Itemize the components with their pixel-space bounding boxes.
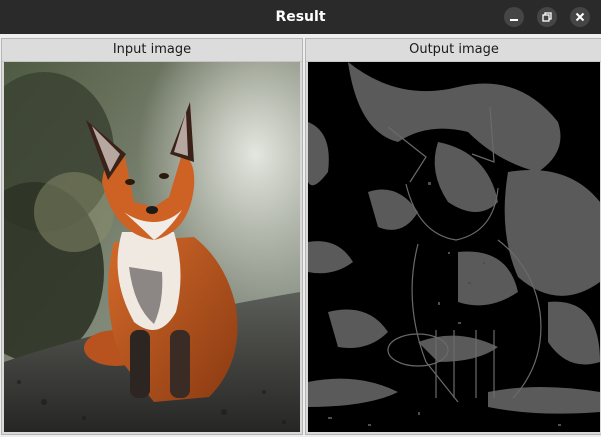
output-image-label: Output image bbox=[306, 39, 601, 62]
output-image-graphic bbox=[308, 62, 600, 432]
result-window: Result Input image Output image bbox=[0, 0, 601, 437]
input-image-graphic bbox=[4, 62, 300, 432]
input-panel: Input image bbox=[1, 38, 303, 435]
minimize-button[interactable] bbox=[504, 7, 524, 27]
image-compare-area: Input image Output image bbox=[0, 34, 601, 437]
minimize-icon bbox=[510, 19, 518, 21]
restore-icon bbox=[542, 12, 552, 22]
maximize-button[interactable] bbox=[537, 7, 557, 27]
input-image bbox=[4, 62, 300, 432]
input-image-label: Input image bbox=[2, 39, 302, 62]
close-icon bbox=[575, 12, 585, 22]
close-button[interactable] bbox=[570, 7, 590, 27]
output-panel: Output image bbox=[305, 38, 601, 435]
output-image bbox=[308, 62, 600, 432]
title-bar[interactable]: Result bbox=[0, 0, 601, 34]
